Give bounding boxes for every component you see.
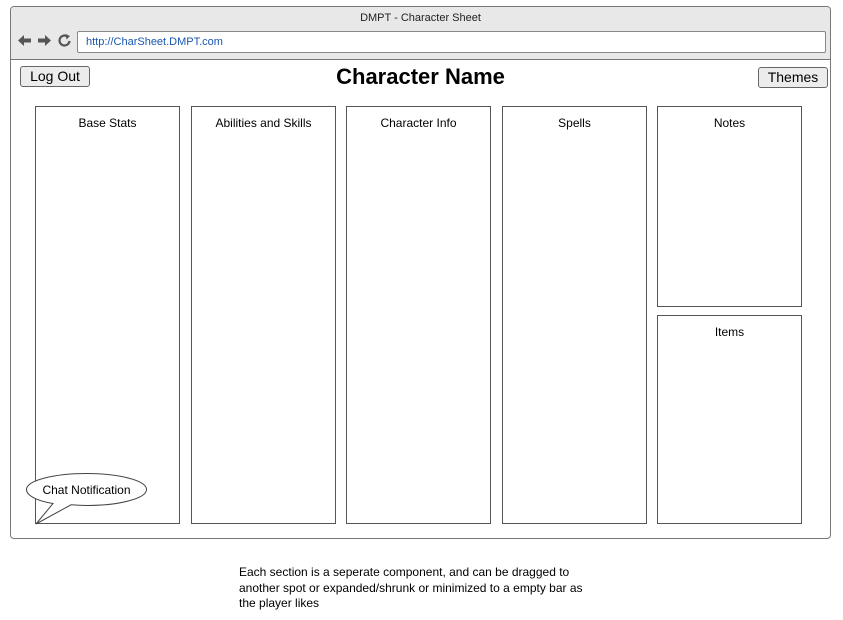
annotation-note: Each section is a seperate component, an… bbox=[239, 565, 583, 610]
themes-button[interactable]: Themes bbox=[758, 67, 828, 88]
chat-notification-bubble[interactable]: Chat Notification bbox=[26, 473, 147, 525]
logout-button[interactable]: Log Out bbox=[20, 66, 90, 87]
panel-base-stats[interactable]: Base Stats bbox=[35, 106, 180, 524]
panel-character-info[interactable]: Character Info bbox=[346, 106, 491, 524]
panel-title-notes: Notes bbox=[713, 116, 746, 130]
refresh-icon[interactable] bbox=[56, 32, 73, 49]
panel-notes[interactable]: Notes bbox=[657, 106, 802, 307]
browser-window: DMPT - Character Sheet http://CharSheet.… bbox=[10, 6, 831, 539]
browser-toolbar: DMPT - Character Sheet http://CharSheet.… bbox=[11, 7, 830, 60]
chat-notification-label: Chat Notification bbox=[42, 483, 131, 497]
arrow-right-icon[interactable] bbox=[36, 32, 53, 49]
window-title: DMPT - Character Sheet bbox=[360, 12, 481, 24]
url-input[interactable]: http://CharSheet.DMPT.com bbox=[77, 31, 826, 53]
panel-title-items: Items bbox=[714, 325, 745, 339]
panel-spells[interactable]: Spells bbox=[502, 106, 647, 524]
panel-title-base-stats: Base Stats bbox=[78, 116, 137, 130]
page-title: Character Name bbox=[336, 64, 505, 89]
panel-title-spells: Spells bbox=[558, 116, 591, 130]
panel-title-character-info: Character Info bbox=[380, 116, 457, 130]
panel-title-abilities: Abilities and Skills bbox=[215, 116, 312, 130]
arrow-left-icon[interactable] bbox=[16, 32, 33, 49]
panel-items[interactable]: Items bbox=[657, 315, 802, 524]
panel-abilities-and-skills[interactable]: Abilities and Skills bbox=[191, 106, 336, 524]
